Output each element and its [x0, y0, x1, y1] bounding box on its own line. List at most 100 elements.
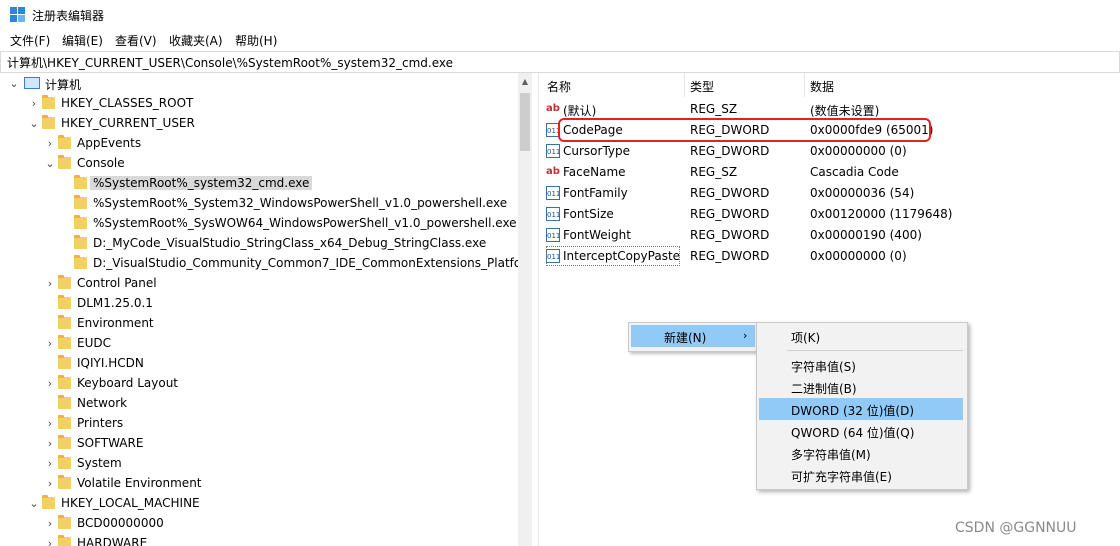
context-menu-new[interactable]: 新建(N) ›: [631, 325, 755, 347]
folder-icon: [58, 155, 71, 169]
tree-item[interactable]: › HKEY_CLASSES_ROOT: [0, 94, 516, 114]
tree-item[interactable]: Environment: [0, 314, 516, 334]
value-row[interactable]: 011 CursorType REG_DWORD 0x00000000 (0): [540, 141, 1120, 162]
menu-help[interactable]: 帮助(H): [235, 32, 277, 49]
folder-icon: [58, 135, 71, 149]
submenu-item-string-value[interactable]: 字符串值(S): [759, 354, 963, 376]
submenu-item-label: 二进制值(B): [791, 382, 857, 396]
submenu-item-qword-value[interactable]: QWORD (64 位)值(Q): [759, 420, 963, 442]
folder-icon: [74, 175, 87, 189]
tree-item[interactable]: ⌄ HKEY_CURRENT_USER: [0, 114, 516, 134]
value-row[interactable]: 011 FontSize REG_DWORD 0x00120000 (1179648): [540, 204, 1120, 225]
tree-item[interactable]: Network: [0, 394, 516, 414]
tree-item[interactable]: › Control Panel: [0, 274, 516, 294]
tree-item-label: Environment: [77, 316, 154, 330]
submenu-item-binary-value[interactable]: 二进制值(B): [759, 376, 963, 398]
tree-item[interactable]: › System: [0, 454, 516, 474]
string-value-icon: ab: [546, 166, 560, 177]
submenu-item-dword-value[interactable]: DWORD (32 位)值(D): [759, 398, 963, 420]
tree-item[interactable]: › Volatile Environment: [0, 474, 516, 494]
folder-icon: [42, 115, 55, 129]
tree-item[interactable]: › Keyboard Layout: [0, 374, 516, 394]
chevron-right-icon[interactable]: ›: [44, 417, 56, 431]
folder-icon: [74, 215, 87, 229]
scroll-up-arrow-icon[interactable]: ▲: [518, 75, 532, 89]
chevron-right-icon[interactable]: ›: [44, 517, 56, 531]
column-separator[interactable]: [804, 73, 805, 97]
value-name: CursorType: [563, 144, 631, 158]
tree-item[interactable]: ⌄ HKEY_LOCAL_MACHINE: [0, 494, 516, 514]
value-row[interactable]: 011 FontFamily REG_DWORD 0x00000036 (54): [540, 183, 1120, 204]
address-bar[interactable]: 计算机\HKEY_CURRENT_USER\Console\%SystemRoo…: [0, 51, 1120, 73]
folder-icon: [58, 375, 71, 389]
menu-view[interactable]: 查看(V): [115, 32, 157, 49]
value-data: 0x00000036 (54): [810, 186, 915, 200]
tree-item[interactable]: D:_VisualStudio_Community_Common7_IDE_Co…: [0, 254, 518, 274]
value-type: REG_DWORD: [690, 228, 770, 242]
value-row[interactable]: ab FaceName REG_SZ Cascadia Code: [540, 162, 1120, 183]
tree-item[interactable]: › SOFTWARE: [0, 434, 516, 454]
tree-item[interactable]: D:_MyCode_VisualStudio_StringClass_x64_D…: [0, 234, 516, 254]
submenu-item-multi-string-value[interactable]: 多字符串值(M): [759, 442, 963, 464]
tree-item[interactable]: %SystemRoot%_SysWOW64_WindowsPowerShell_…: [0, 214, 517, 234]
tree-item[interactable]: IQIYI.HCDN: [0, 354, 516, 374]
submenu-item-key[interactable]: 项(K): [759, 325, 963, 347]
scrollbar-thumb[interactable]: [520, 93, 530, 151]
tree-item-label: BCD00000000: [77, 516, 164, 530]
chevron-down-icon[interactable]: ⌄: [44, 157, 56, 171]
title-bar: 注册表编辑器: [0, 0, 1120, 30]
tree-item-label: HKEY_LOCAL_MACHINE: [61, 496, 200, 510]
tree-item[interactable]: ⌄ Console: [0, 154, 516, 174]
chevron-right-icon[interactable]: ›: [28, 97, 40, 111]
value-data: 0x00000190 (400): [810, 228, 922, 242]
folder-icon: [58, 335, 71, 349]
value-name: FaceName: [563, 165, 626, 179]
tree-item-label: IQIYI.HCDN: [77, 356, 144, 370]
tree-item-label: %SystemRoot%_System32_WindowsPowerShell_…: [93, 196, 508, 210]
menu-file[interactable]: 文件(F): [10, 32, 50, 49]
focused-row-outline: [546, 246, 680, 266]
regedit-app-icon: [10, 7, 26, 23]
value-row[interactable]: 011 FontWeight REG_DWORD 0x00000190 (400): [540, 225, 1120, 246]
value-name: FontFamily: [563, 186, 628, 200]
pane-splitter[interactable]: [538, 73, 539, 546]
chevron-right-icon[interactable]: ›: [44, 457, 56, 471]
tree-item[interactable]: DLM1.25.0.1: [0, 294, 516, 314]
tree-root-computer[interactable]: ⌄ 计算机: [0, 74, 516, 94]
column-header-type[interactable]: 类型: [690, 78, 714, 95]
chevron-down-icon[interactable]: ⌄: [8, 77, 20, 91]
tree-item[interactable]: › AppEvents: [0, 134, 516, 154]
new-submenu: 项(K) 字符串值(S) 二进制值(B) DWORD (32 位)值(D) QW…: [756, 322, 968, 490]
value-data: Cascadia Code: [810, 165, 899, 179]
column-header-data[interactable]: 数据: [810, 78, 834, 95]
tree-item[interactable]: › HARDWARE: [0, 534, 516, 546]
tree-item[interactable]: › Printers: [0, 414, 516, 434]
submenu-item-expandable-string-value[interactable]: 可扩充字符串值(E): [759, 464, 963, 486]
chevron-right-icon[interactable]: ›: [44, 437, 56, 451]
chevron-down-icon[interactable]: ⌄: [28, 497, 40, 511]
tree-item[interactable]: %SystemRoot%_system32_cmd.exe: [0, 174, 516, 194]
chevron-right-icon[interactable]: ›: [44, 377, 56, 391]
tree-item-label: DLM1.25.0.1: [77, 296, 153, 310]
chevron-right-icon: ›: [743, 329, 748, 342]
tree-item[interactable]: › BCD00000000: [0, 514, 516, 534]
chevron-right-icon[interactable]: ›: [44, 537, 56, 546]
tree-item-label: Console: [77, 156, 125, 170]
chevron-down-icon[interactable]: ⌄: [28, 117, 40, 131]
chevron-right-icon[interactable]: ›: [44, 477, 56, 491]
tree-root-label: 计算机: [45, 78, 82, 92]
chevron-right-icon[interactable]: ›: [44, 277, 56, 291]
chevron-right-icon[interactable]: ›: [44, 137, 56, 151]
address-path: 计算机\HKEY_CURRENT_USER\Console\%SystemRoo…: [7, 56, 454, 70]
folder-icon: [58, 355, 71, 369]
column-separator[interactable]: [684, 73, 685, 97]
tree-item[interactable]: %SystemRoot%_System32_WindowsPowerShell_…: [0, 194, 516, 214]
chevron-right-icon[interactable]: ›: [44, 337, 56, 351]
tree-item-label: System: [77, 456, 122, 470]
tree-item[interactable]: › EUDC: [0, 334, 516, 354]
tree-vertical-scrollbar[interactable]: ▲: [518, 73, 532, 546]
column-header-name[interactable]: 名称: [547, 78, 571, 95]
menu-favorites[interactable]: 收藏夹(A): [169, 32, 223, 49]
menu-edit[interactable]: 编辑(E): [62, 32, 103, 49]
value-row[interactable]: ab (默认) REG_SZ (数值未设置): [540, 99, 1120, 120]
